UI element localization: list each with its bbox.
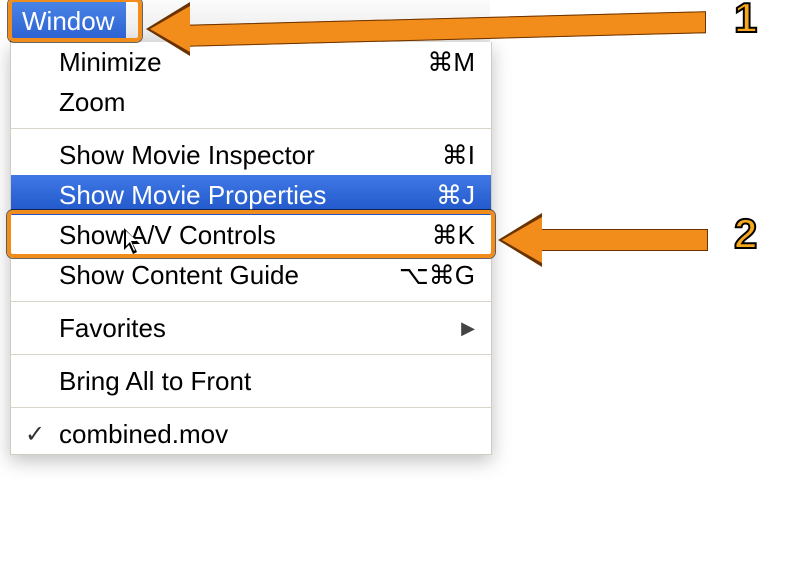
window-menu-label: Window	[22, 6, 114, 36]
window-menu-title[interactable]: Window	[10, 0, 126, 42]
menu-item-shortcut: ⌥⌘G	[385, 260, 475, 291]
annotation-arrow-2	[502, 215, 722, 265]
menu-item-bring-all-to-front[interactable]: Bring All to Front	[11, 361, 491, 401]
menu-item-label: Show Movie Inspector	[59, 140, 385, 171]
menu-item-label: Zoom	[59, 87, 385, 118]
menu-item-zoom[interactable]: Zoom	[11, 82, 491, 122]
menu-item-label: Minimize	[59, 47, 385, 78]
window-menu-dropdown: Minimize ⌘M Zoom Show Movie Inspector ⌘I…	[10, 42, 492, 455]
menu-item-label: Favorites	[59, 313, 461, 344]
menu-item-label: Bring All to Front	[59, 366, 475, 397]
menu-item-shortcut: ⌘J	[385, 180, 475, 211]
menu-item-shortcut: ⌘I	[385, 140, 475, 171]
menu-item-shortcut: ⌘K	[385, 220, 475, 251]
step-number-1: 1	[734, 0, 757, 42]
menu-separator	[11, 354, 491, 355]
menu-item-window-combined[interactable]: ✓ combined.mov	[11, 414, 491, 454]
menu-item-show-movie-properties[interactable]: Show Movie Properties ⌘J	[11, 175, 491, 215]
menu-item-show-content-guide[interactable]: Show Content Guide ⌥⌘G	[11, 255, 491, 295]
menu-item-label: Show Content Guide	[59, 260, 385, 291]
checkmark-icon: ✓	[25, 420, 45, 449]
tutorial-screenshot: Window Minimize ⌘M Zoom Show Movie Inspe…	[0, 0, 800, 564]
menu-item-label: combined.mov	[59, 419, 475, 450]
menu-item-show-av-controls[interactable]: Show A/V Controls ⌘K	[11, 215, 491, 255]
menu-item-label: Show Movie Properties	[59, 180, 385, 211]
menu-item-minimize[interactable]: Minimize ⌘M	[11, 42, 491, 82]
menu-item-show-movie-inspector[interactable]: Show Movie Inspector ⌘I	[11, 135, 491, 175]
submenu-arrow-icon: ▶	[461, 318, 475, 339]
menu-separator	[11, 301, 491, 302]
menu-separator	[11, 407, 491, 408]
menu-separator	[11, 128, 491, 129]
menu-item-shortcut: ⌘M	[385, 47, 475, 78]
menu-item-label: Show A/V Controls	[59, 220, 385, 251]
menu-item-favorites[interactable]: Favorites ▶	[11, 308, 491, 348]
step-number-2: 2	[734, 210, 757, 258]
